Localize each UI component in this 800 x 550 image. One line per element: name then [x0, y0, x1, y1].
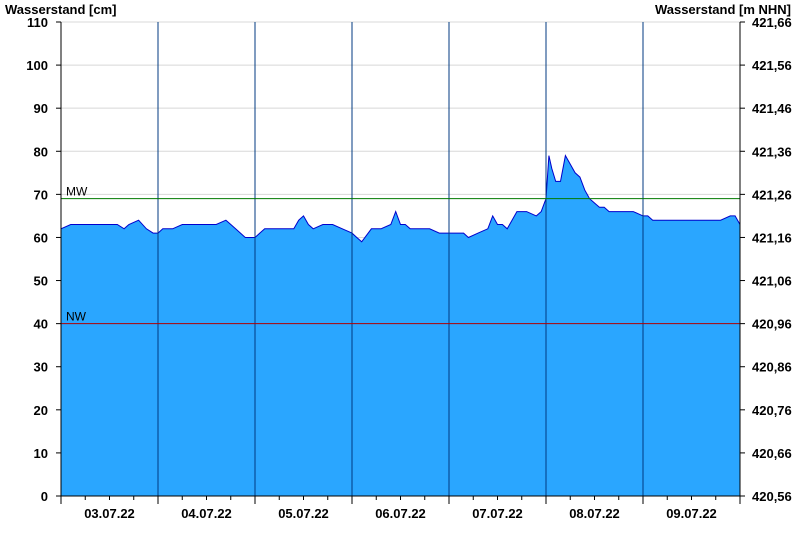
left-tick-label: 90	[34, 101, 48, 116]
x-tick-label: 05.07.22	[278, 506, 329, 521]
right-tick-label: 420,86	[752, 360, 792, 375]
right-tick-label: 421,06	[752, 274, 792, 289]
reference-label-nw: NW	[66, 310, 87, 324]
left-tick-labels: 0 10 20 30 40 50 60 70 80 90 100 110	[26, 15, 48, 504]
right-tick-label: 421,46	[752, 101, 792, 116]
right-tick-labels: 420,56 420,66 420,76 420,86 420,96 421,06 421,…	[752, 15, 792, 504]
x-tick-label: 08.07.22	[569, 506, 620, 521]
right-tick-label: 421,56	[752, 58, 792, 73]
left-tick-label: 10	[34, 446, 48, 461]
left-tick-label: 110	[27, 15, 48, 30]
x-tick-label: 06.07.22	[375, 506, 426, 521]
right-axis-label: Wasserstand [m NHN]	[655, 2, 791, 17]
x-tick-label: 03.07.22	[84, 506, 135, 521]
right-tick-label: 420,76	[752, 403, 792, 418]
left-tick-label: 40	[34, 317, 48, 332]
x-tick-label: 07.07.22	[472, 506, 523, 521]
left-tick-label: 70	[34, 187, 48, 202]
right-tick-label: 420,96	[752, 317, 792, 332]
right-tick-label: 420,56	[752, 489, 792, 504]
left-tick-label: 80	[34, 144, 48, 159]
right-tick-label: 420,66	[752, 446, 792, 461]
right-tick-label: 421,66	[752, 15, 792, 30]
right-tick-label: 421,16	[752, 230, 792, 245]
series-area	[60, 154, 741, 496]
left-tick-label: 20	[34, 403, 48, 418]
right-tick-label: 421,26	[752, 187, 792, 202]
series-area-fill	[61, 155, 740, 496]
left-tick-label: 100	[26, 58, 48, 73]
x-tick-labels: 03.07.22 04.07.22 05.07.22 06.07.22 07.07.22…	[84, 506, 717, 521]
x-tick-label: 04.07.22	[181, 506, 232, 521]
left-tick-label: 60	[34, 230, 48, 245]
left-tick-label: 30	[34, 360, 48, 375]
left-axis-label: Wasserstand [cm]	[5, 2, 117, 17]
left-tick-label: 50	[34, 274, 48, 289]
x-tick-label: 09.07.22	[666, 506, 717, 521]
left-tick-label: 0	[41, 489, 48, 504]
water-level-chart: MWNW 0102030405060708090100110 420,56420…	[5, 2, 792, 521]
reference-label-mw: MW	[66, 185, 88, 199]
right-tick-label: 421,36	[752, 144, 792, 159]
